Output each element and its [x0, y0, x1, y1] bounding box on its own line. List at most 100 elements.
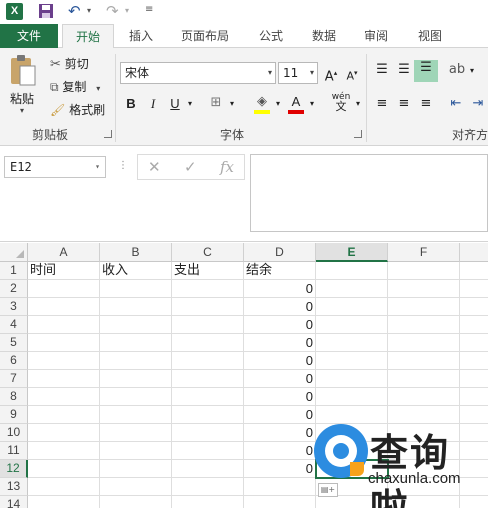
column-header[interactable]: C: [172, 243, 244, 262]
copy-button[interactable]: ⧉ 复制 ▾: [50, 78, 100, 96]
insert-function-icon[interactable]: fx: [220, 158, 234, 176]
row-header[interactable]: 2: [0, 280, 28, 298]
balance-cell[interactable]: 0: [244, 280, 316, 298]
chevron-down-icon[interactable]: ▾: [274, 96, 282, 112]
tab-page-layout[interactable]: 页面布局: [172, 24, 238, 48]
row-header[interactable]: 8: [0, 388, 28, 406]
chevron-down-icon[interactable]: ▾: [308, 96, 316, 112]
undo-icon[interactable]: ↶: [68, 3, 86, 19]
cell[interactable]: [100, 280, 172, 298]
cell[interactable]: [100, 298, 172, 316]
cell[interactable]: [388, 334, 460, 352]
copy-dropdown-icon[interactable]: ▾: [96, 84, 100, 93]
font-name-combo[interactable]: 宋体 ▾: [120, 62, 276, 84]
cell[interactable]: [172, 424, 244, 442]
cell[interactable]: [100, 478, 172, 496]
cell[interactable]: [388, 316, 460, 334]
undo-dropdown-icon[interactable]: ▾: [87, 6, 91, 15]
chevron-down-icon[interactable]: ▾: [228, 96, 236, 112]
row-header-selected[interactable]: 12: [0, 460, 28, 478]
paste-dropdown-icon[interactable]: ▾: [20, 106, 24, 115]
fill-color-button[interactable]: ◈: [252, 94, 272, 114]
cell[interactable]: [100, 424, 172, 442]
align-center-button[interactable]: ≡: [396, 96, 412, 112]
row-header[interactable]: 14: [0, 496, 28, 508]
chevron-down-icon[interactable]: ▾: [95, 157, 100, 177]
customize-qat-icon[interactable]: ≡: [145, 4, 153, 15]
italic-button[interactable]: I: [146, 96, 160, 112]
cell[interactable]: [244, 496, 316, 508]
header-cell[interactable]: 结余: [244, 262, 316, 280]
cell[interactable]: [172, 316, 244, 334]
tab-data[interactable]: 数据: [302, 24, 346, 48]
chevron-down-icon[interactable]: ▾: [268, 63, 272, 83]
grow-font-button[interactable]: A▴: [323, 65, 339, 85]
cell[interactable]: [100, 316, 172, 334]
cell[interactable]: [316, 316, 388, 334]
cell[interactable]: [460, 334, 488, 352]
balance-cell[interactable]: 0: [244, 352, 316, 370]
cell[interactable]: [460, 298, 488, 316]
format-painter-button[interactable]: 🖌 格式刷: [50, 101, 105, 119]
cell[interactable]: [172, 298, 244, 316]
align-middle-button[interactable]: ☰: [396, 62, 412, 78]
cell[interactable]: [388, 280, 460, 298]
cell[interactable]: [172, 496, 244, 508]
increase-indent-button[interactable]: ⇥: [470, 96, 486, 112]
cell[interactable]: [460, 316, 488, 334]
font-color-button[interactable]: A: [288, 94, 304, 114]
balance-cell[interactable]: 0: [244, 370, 316, 388]
balance-cell[interactable]: 0: [244, 298, 316, 316]
cell[interactable]: [28, 388, 100, 406]
cell[interactable]: [100, 460, 172, 478]
header-cell[interactable]: 支出: [172, 262, 244, 280]
phonetic-button[interactable]: wén 文: [330, 92, 352, 113]
column-header[interactable]: B: [100, 243, 172, 262]
cell[interactable]: [28, 298, 100, 316]
cell[interactable]: [316, 298, 388, 316]
cell[interactable]: [172, 478, 244, 496]
header-cell[interactable]: 收入: [100, 262, 172, 280]
cell[interactable]: [28, 424, 100, 442]
shrink-font-button[interactable]: A▾: [344, 65, 360, 85]
chevron-down-icon[interactable]: ▾: [186, 96, 194, 112]
cell[interactable]: [460, 262, 488, 280]
save-icon[interactable]: [38, 3, 54, 19]
align-left-button[interactable]: ≡: [374, 96, 390, 112]
row-header[interactable]: 1: [0, 262, 28, 280]
borders-button[interactable]: ⊞: [208, 95, 224, 111]
row-header[interactable]: 9: [0, 406, 28, 424]
cell[interactable]: [28, 334, 100, 352]
tab-review[interactable]: 审阅: [354, 24, 398, 48]
row-header[interactable]: 7: [0, 370, 28, 388]
align-right-button[interactable]: ≡: [418, 96, 434, 112]
column-header[interactable]: A: [28, 243, 100, 262]
cell[interactable]: [388, 370, 460, 388]
row-header[interactable]: 3: [0, 298, 28, 316]
cell[interactable]: [100, 388, 172, 406]
balance-cell[interactable]: 0: [244, 442, 316, 460]
cell[interactable]: [172, 352, 244, 370]
cell[interactable]: [460, 388, 488, 406]
cell[interactable]: [388, 388, 460, 406]
cell[interactable]: [316, 352, 388, 370]
row-header[interactable]: 13: [0, 478, 28, 496]
balance-cell[interactable]: 0: [244, 334, 316, 352]
cell[interactable]: [28, 316, 100, 334]
decrease-indent-button[interactable]: ⇤: [448, 96, 464, 112]
cell[interactable]: [172, 334, 244, 352]
excel-app-icon[interactable]: X: [6, 3, 23, 20]
select-all-corner[interactable]: [0, 243, 28, 262]
cell[interactable]: [460, 280, 488, 298]
cell[interactable]: [316, 334, 388, 352]
cell[interactable]: [172, 280, 244, 298]
cell[interactable]: [28, 370, 100, 388]
cancel-icon[interactable]: ✕: [148, 158, 161, 176]
balance-cell[interactable]: 0: [244, 388, 316, 406]
cell[interactable]: [172, 388, 244, 406]
row-header[interactable]: 11: [0, 442, 28, 460]
tab-file[interactable]: 文件: [0, 24, 58, 48]
cell[interactable]: [388, 352, 460, 370]
chevron-down-icon[interactable]: ▾: [354, 96, 362, 112]
bold-button[interactable]: B: [124, 96, 138, 112]
